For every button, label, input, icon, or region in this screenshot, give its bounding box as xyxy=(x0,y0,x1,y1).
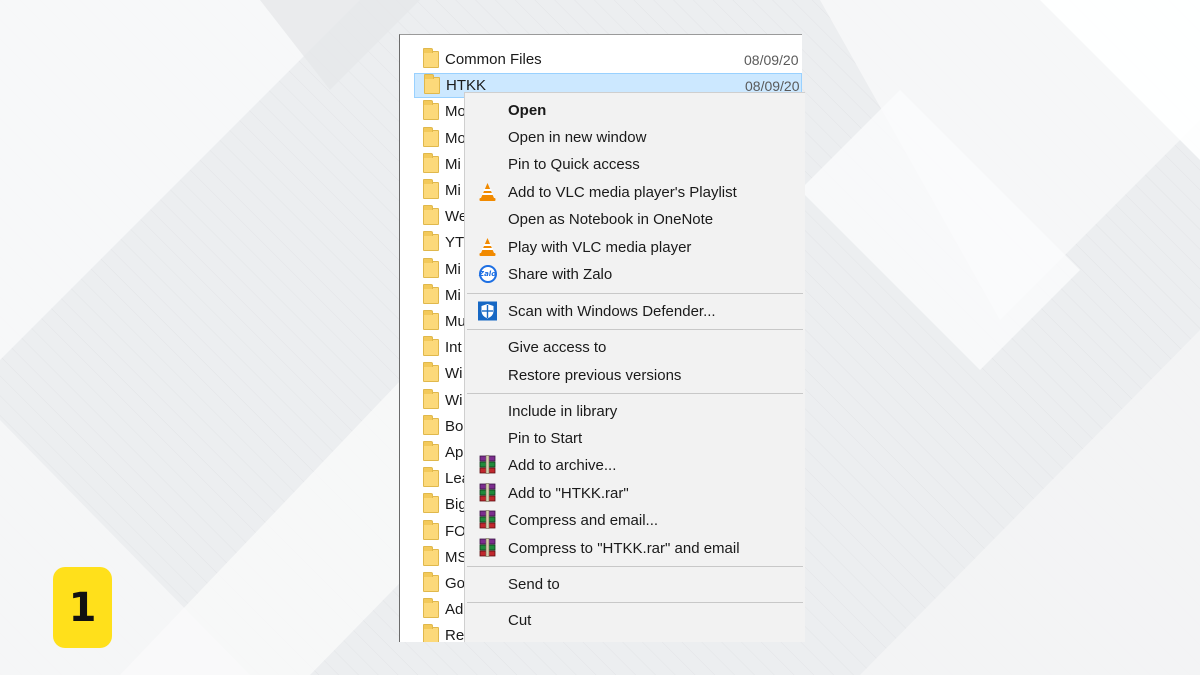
folder-icon xyxy=(423,152,439,173)
folder-icon xyxy=(423,414,439,435)
folder-icon xyxy=(424,74,440,95)
file-name: Mi xyxy=(445,286,461,304)
file-name: Common Files xyxy=(445,51,542,68)
menu-item-label: Play with VLC media player xyxy=(508,238,692,256)
menu-item-label: Open as Notebook in OneNote xyxy=(508,210,714,228)
menu-item-open-as-notebook-in-onenote[interactable]: Open as Notebook in OneNote xyxy=(465,206,805,232)
menu-item-label: Add to archive... xyxy=(508,456,617,474)
file-name: Mo xyxy=(445,103,466,121)
folder-icon xyxy=(423,519,439,540)
file-name: Mi xyxy=(445,182,461,199)
menu-separator xyxy=(467,393,803,394)
context-menu: Open Open in new window Pin to Quick acces… xyxy=(464,92,805,642)
file-name: Ad xyxy=(445,601,464,619)
file-name: Go xyxy=(445,575,466,592)
file-name: Wi xyxy=(445,365,463,383)
menu-item-pin-to-quick-access[interactable]: Pin to Quick access xyxy=(465,151,805,177)
menu-item-label: Compress to "HTKK.rar" and email xyxy=(508,539,740,557)
file-date-modified: 08/09/20 xyxy=(744,51,799,68)
menu-separator xyxy=(467,329,803,330)
menu-item-cut[interactable]: Cut xyxy=(465,607,805,633)
menu-item-give-access-to[interactable]: Give access to xyxy=(465,334,805,360)
menu-item-label: Add to "HTKK.rar" xyxy=(508,484,629,502)
folder-icon xyxy=(423,283,439,304)
folder-icon xyxy=(423,388,439,409)
folder-icon xyxy=(423,545,439,566)
menu-item-compress-and-email[interactable]: Compress and email... xyxy=(465,507,805,533)
folder-icon xyxy=(423,126,439,147)
folder-icon xyxy=(423,493,439,514)
menu-item-label: Add to VLC media player's Playlist xyxy=(508,183,737,201)
menu-item-label: Give access to xyxy=(508,338,607,356)
folder-icon xyxy=(423,598,439,619)
menu-item-play-with-vlc-media-player[interactable]: Play with VLC media player xyxy=(465,234,805,260)
menu-item-label: Share with Zalo xyxy=(508,265,613,283)
folder-icon xyxy=(423,362,439,383)
menu-item-send-to[interactable]: Send to xyxy=(465,571,805,597)
menu-item-label: Open in new window xyxy=(508,128,647,146)
menu-item-label: Scan with Windows Defender... xyxy=(508,302,716,320)
file-name: Ap xyxy=(445,444,464,461)
menu-item-label: Send to xyxy=(508,575,560,593)
folder-icon xyxy=(423,336,439,357)
folder-icon xyxy=(423,441,439,461)
menu-item-label: Cut xyxy=(508,611,532,629)
file-name: Int xyxy=(445,339,462,357)
folder-icon xyxy=(423,257,439,278)
menu-item-open[interactable]: Open xyxy=(465,97,805,123)
menu-item-label: Pin to Quick access xyxy=(508,155,640,173)
folder-icon xyxy=(423,624,439,642)
file-name: Mo xyxy=(445,129,466,147)
menu-item-scan-with-windows-defender[interactable]: Scan with Windows Defender... xyxy=(465,298,805,324)
file-row[interactable]: Common Files 08/09/20 xyxy=(414,47,802,72)
menu-item-open-in-new-window[interactable]: Open in new window xyxy=(465,124,805,150)
menu-item-add-to-vlc-media-player-s-playlist[interactable]: Add to VLC media player's Playlist xyxy=(465,179,805,205)
folder-icon xyxy=(423,310,439,330)
menu-item-restore-previous-versions[interactable]: Restore previous versions xyxy=(465,362,805,388)
file-name: Wi xyxy=(445,391,463,409)
step-number: 1 xyxy=(68,584,97,631)
file-name: YT xyxy=(445,234,465,252)
menu-item-label: Open xyxy=(508,101,547,119)
file-name: Bo xyxy=(445,417,464,435)
menu-item-add-to-htkk-rar[interactable]: Add to "HTKK.rar" xyxy=(465,480,805,506)
menu-item-include-in-library[interactable]: Include in library xyxy=(465,398,805,424)
folder-icon xyxy=(423,100,439,121)
menu-item-add-to-archive[interactable]: Add to archive... xyxy=(465,452,805,478)
folder-icon xyxy=(423,231,439,252)
file-name: Mi xyxy=(445,155,461,173)
menu-separator xyxy=(467,566,803,567)
menu-item-label: Include in library xyxy=(508,402,618,420)
folder-icon xyxy=(423,48,439,68)
file-name: FO xyxy=(445,522,466,540)
file-name: Mu xyxy=(445,313,466,330)
folder-icon xyxy=(423,467,439,488)
folder-icon xyxy=(423,572,439,592)
file-name: Mi xyxy=(445,260,461,278)
menu-item-label: Pin to Start xyxy=(508,429,583,447)
folder-icon xyxy=(423,179,439,199)
zalo-icon-text: Zalo xyxy=(478,265,497,283)
menu-separator xyxy=(467,602,803,603)
menu-separator xyxy=(467,293,803,294)
zalo-icon: Zalo xyxy=(477,264,498,284)
menu-item-compress-to-htkk-rar-and-email[interactable]: Compress to "HTKK.rar" and email xyxy=(465,535,805,561)
folder-icon xyxy=(423,205,439,226)
menu-item-share-with-zalo[interactable]: Zalo Share with Zalo xyxy=(465,261,805,287)
step-number-badge: 1 xyxy=(53,567,112,648)
menu-item-pin-to-start[interactable]: Pin to Start xyxy=(465,425,805,451)
menu-item-label: Compress and email... xyxy=(508,511,659,529)
menu-item-label: Restore previous versions xyxy=(508,366,682,384)
